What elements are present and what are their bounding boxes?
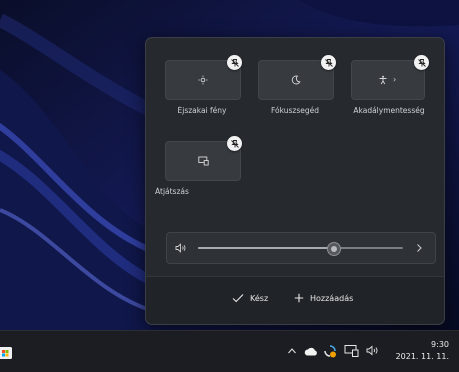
unpin-icon	[324, 58, 333, 67]
unpin-button-cast[interactable]	[227, 136, 242, 151]
unpin-button-focus-assist[interactable]	[321, 55, 336, 70]
brightness-icon	[198, 75, 208, 85]
network-icon[interactable]	[344, 344, 359, 357]
taskbar: 9:30 2021. 11. 11.	[0, 330, 459, 372]
unpin-icon	[230, 58, 239, 67]
cloud-icon[interactable]	[304, 347, 318, 356]
volume-slider-fill	[198, 247, 334, 249]
sync-icon[interactable]	[323, 344, 337, 358]
tile-night-light-label: Éjszakai fény	[177, 106, 227, 115]
tile-cast-label: Átjátszás	[155, 187, 189, 196]
moon-icon	[291, 75, 301, 85]
speaker-icon[interactable]	[175, 243, 187, 253]
unpin-button-night-light[interactable]	[227, 55, 242, 70]
quick-settings-panel: Éjszakai fény Fókuszsegéd › Akadálymente…	[145, 37, 445, 325]
add-button-label: Hozzáadás	[310, 293, 354, 303]
chevron-right-icon: ›	[393, 75, 397, 84]
chevron-up-icon[interactable]	[287, 346, 297, 356]
volume-thumb-dot	[331, 246, 338, 252]
done-button-label: Kész	[250, 293, 269, 303]
add-button[interactable]: Hozzáadás	[294, 293, 353, 303]
volume-control	[166, 232, 436, 264]
tile-accessibility-label: Akadálymentesség	[353, 106, 425, 115]
store-icon[interactable]	[0, 344, 13, 360]
clock-time: 9:30	[431, 340, 449, 349]
volume-slider[interactable]	[198, 247, 403, 249]
clock-date: 2021. 11. 11.	[395, 352, 449, 361]
cast-icon	[197, 156, 209, 166]
chevron-right-icon[interactable]	[415, 243, 423, 253]
done-button[interactable]: Kész	[232, 293, 268, 303]
unpin-icon	[230, 139, 239, 148]
checkmark-icon	[232, 294, 244, 303]
volume-icon[interactable]	[366, 345, 380, 356]
plus-icon	[294, 293, 304, 303]
tile-focus-assist-label: Fókuszsegéd	[270, 106, 319, 115]
volume-slider-thumb[interactable]	[327, 242, 342, 256]
accessibility-icon	[379, 75, 387, 85]
unpin-button-accessibility[interactable]	[414, 55, 429, 70]
quick-settings-footer: Kész Hozzáadás	[146, 277, 444, 324]
clock[interactable]: 9:30 2021. 11. 11.	[396, 339, 449, 363]
unpin-icon	[417, 58, 426, 67]
